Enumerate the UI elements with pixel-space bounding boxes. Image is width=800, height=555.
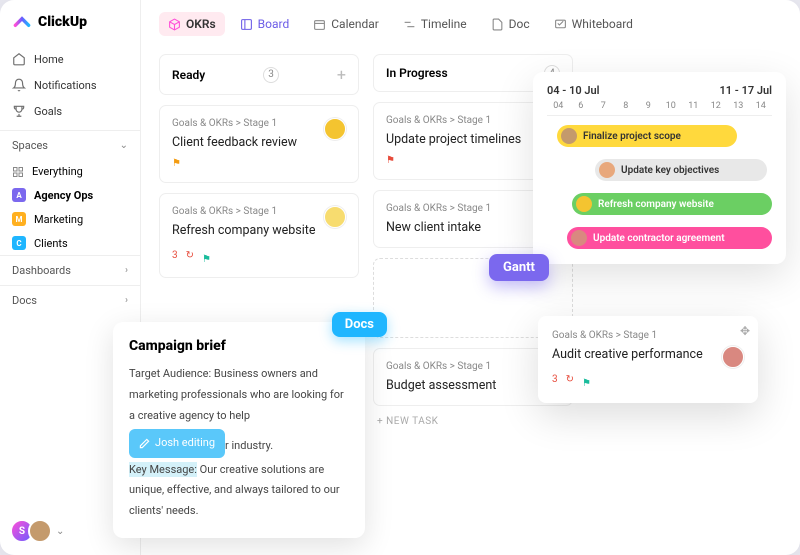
avatar [599,162,615,178]
space-badge: M [12,212,26,226]
doc-icon [491,18,504,31]
chevron-down-icon: ⌄ [120,140,128,151]
tab-okrs[interactable]: OKRs [159,12,225,36]
subtask-count: 3 [552,374,558,385]
trophy-icon [12,104,26,118]
logo-icon [12,12,32,32]
card-title: Audit creative performance [552,347,744,362]
tab-timeline[interactable]: Timeline [394,12,476,36]
tab-board[interactable]: Board [231,12,299,36]
pencil-icon [139,438,150,449]
card-title: Client feedback review [172,135,346,150]
nav-notifications[interactable]: Notifications [0,72,140,98]
breadcrumb: Goals & OKRs > Stage 1 [172,118,346,129]
flag-icon: ⚑ [582,378,591,389]
bell-icon [12,78,26,92]
nav-home[interactable]: Home [0,46,140,72]
move-icon[interactable]: ✥ [740,324,750,338]
gantt-bar[interactable]: Update key objectives [595,159,767,181]
logo[interactable]: ClickUp [0,12,140,46]
breadcrumb: Goals & OKRs > Stage 1 [386,361,560,372]
loop-icon: ↻ [566,374,574,385]
view-tabs: OKRs Board Calendar Timeline Doc Whitebo… [141,0,800,48]
gantt-bar[interactable]: Update contractor agreement [567,227,772,249]
calendar-icon [313,18,326,31]
space-badge: C [12,236,26,250]
tab-whiteboard[interactable]: Whiteboard [545,12,642,36]
docs-overlay: Docs Campaign brief Target Audience: Bus… [113,322,365,538]
task-card[interactable]: Goals & OKRs > Stage 1 Refresh company w… [159,193,359,278]
card-title: Refresh company website [172,223,346,238]
tab-doc[interactable]: Doc [482,12,539,36]
gantt-header: 04 - 10 Jul11 - 17 Jul [547,84,772,97]
editing-badge: Josh editing [129,429,225,458]
card-meta: 3 ↻ ⚑ [552,370,744,389]
space-marketing[interactable]: MMarketing [0,207,140,231]
flag-icon: ⚑ [386,155,395,166]
home-icon [12,52,26,66]
logo-text: ClickUp [38,14,87,30]
footer-avatars[interactable]: S ⌄ [10,519,64,543]
breadcrumb: Goals & OKRs > Stage 1 [552,330,744,341]
chevron-right-icon: › [125,295,128,306]
gantt-bar[interactable]: Refresh company website [572,193,772,215]
space-clients[interactable]: CClients [0,231,140,255]
subtask-count: 3 [172,250,178,261]
gantt-bar[interactable]: Finalize project scope [557,125,737,147]
floating-card[interactable]: ✥ Goals & OKRs > Stage 1 Audit creative … [538,316,758,403]
nav-goals[interactable]: Goals [0,98,140,124]
avatar [576,196,592,212]
spaces-header[interactable]: Spaces⌄ [0,130,140,160]
card-meta: 3 ↻ ⚑ [172,246,346,265]
space-badge: A [12,188,26,202]
gantt-badge: Gantt [489,254,549,281]
space-everything[interactable]: Everything [0,160,140,183]
chevron-down-icon: ⌄ [56,526,64,537]
cube-icon [168,18,181,31]
avatar [561,128,577,144]
whiteboard-icon [554,18,567,31]
avatar [324,206,346,228]
task-card[interactable]: Goals & OKRs > Stage 1 Client feedback r… [159,105,359,183]
card-title: Budget assessment [386,378,560,393]
space-agency-ops[interactable]: AAgency Ops [0,183,140,207]
loop-icon: ↻ [186,250,194,261]
gantt-days: 0467891011121314 [547,101,772,116]
count-badge: 3 [263,67,279,83]
flag-icon: ⚑ [202,254,211,265]
new-task-button[interactable]: + NEW TASK [373,406,573,427]
add-icon[interactable]: + [337,65,346,84]
doc-title: Campaign brief [129,338,349,354]
avatar [722,346,744,368]
highlighted-text: Key Message: [129,462,197,477]
docs-badge: Docs [332,312,387,337]
avatar [571,230,587,246]
grid-icon [12,166,24,178]
sidebar-docs[interactable]: Docs› [0,285,140,315]
avatar [324,118,346,140]
breadcrumb: Goals & OKRs > Stage 1 [172,206,346,217]
column-header[interactable]: Ready3+ [159,54,359,95]
flag-icon: ⚑ [172,158,181,169]
tab-calendar[interactable]: Calendar [304,12,388,36]
doc-body: Target Audience: Business owners and mar… [129,364,349,522]
board-icon [240,18,253,31]
sidebar-dashboards[interactable]: Dashboards› [0,255,140,285]
avatar [28,519,52,543]
gantt-overlay: Gantt 04 - 10 Jul11 - 17 Jul 04678910111… [533,72,786,264]
timeline-icon [403,18,416,31]
chevron-right-icon: › [125,265,128,276]
